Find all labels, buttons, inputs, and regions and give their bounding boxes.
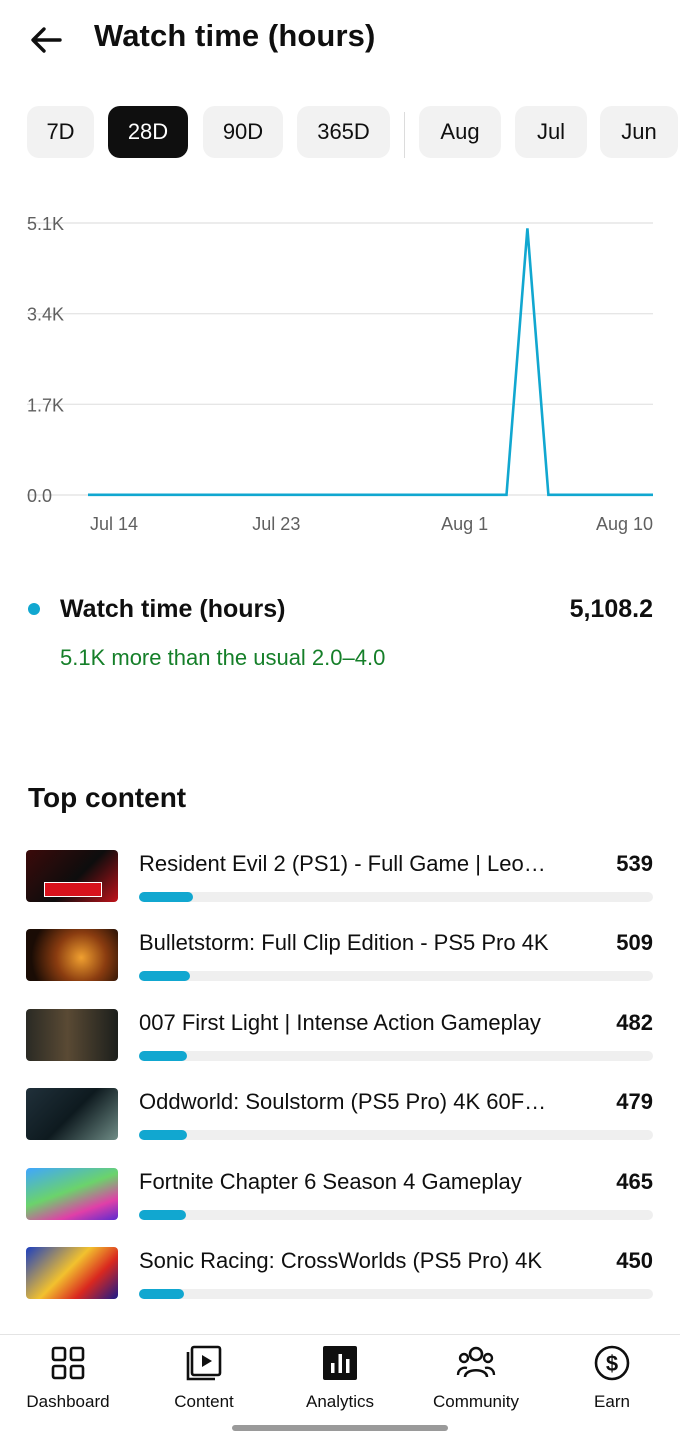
video-title: 007 First Light | Intense Action Gamepla… <box>139 1010 541 1035</box>
share-bar <box>139 892 653 902</box>
community-icon <box>456 1346 496 1378</box>
video-value: 539 <box>616 851 653 876</box>
tab-7d[interactable]: 7D <box>27 106 94 158</box>
series-line <box>88 228 653 497</box>
content-icon <box>186 1345 222 1381</box>
video-thumbnail <box>26 850 118 902</box>
tab-28d[interactable]: 28D <box>108 106 188 158</box>
time-range-tabs: 7D 28D 90D 365D Aug Jul Jun <box>0 106 680 160</box>
x-tick-label: Aug 10 <box>596 514 653 534</box>
tab-90d[interactable]: 90D <box>203 106 283 158</box>
y-tick-label: 1.7K <box>27 395 64 415</box>
video-title: Sonic Racing: CrossWorlds (PS5 Pro) 4K <box>139 1248 543 1273</box>
tab-jun[interactable]: Jun <box>600 106 678 158</box>
video-title: Oddworld: Soulstorm (PS5 Pro) 4K 60FPS <box>139 1089 551 1114</box>
list-item[interactable]: Fortnite Chapter 6 Season 4 Gameplay 465 <box>0 1166 680 1230</box>
back-arrow-icon <box>31 27 62 53</box>
back-button[interactable] <box>26 20 66 60</box>
share-bar-fill <box>139 1130 188 1140</box>
nav-item-analytics[interactable]: Analytics <box>272 1343 408 1413</box>
nav-item-dashboard[interactable]: Dashboard <box>0 1343 136 1413</box>
list-item[interactable]: Bulletstorm: Full Clip Edition - PS5 Pro… <box>0 927 680 991</box>
share-bar <box>139 1051 653 1061</box>
video-thumbnail <box>26 1247 118 1299</box>
analytics-icon <box>323 1346 357 1380</box>
video-thumbnail <box>26 1009 118 1061</box>
list-item[interactable]: Oddworld: Soulstorm (PS5 Pro) 4K 60FPS 4… <box>0 1086 680 1150</box>
tab-divider <box>404 112 405 158</box>
video-title: Bulletstorm: Full Clip Edition - PS5 Pro… <box>139 930 549 955</box>
nav-label-earn: Earn <box>594 1392 630 1411</box>
y-tick-label: 5.1K <box>27 214 64 234</box>
share-bar <box>139 971 653 981</box>
list-item[interactable]: 007 First Light | Intense Action Gamepla… <box>0 1007 680 1071</box>
svg-text:$: $ <box>606 1351 618 1376</box>
dashboard-icon <box>51 1346 85 1380</box>
share-bar <box>139 1210 653 1220</box>
video-thumbnail <box>26 1168 118 1220</box>
nav-item-earn[interactable]: $ Earn <box>544 1343 680 1413</box>
video-value: 479 <box>616 1089 653 1114</box>
x-tick-label: Jul 14 <box>90 514 138 534</box>
x-tick-label: Aug 1 <box>441 514 488 534</box>
earn-icon: $ <box>594 1345 630 1381</box>
tab-jul[interactable]: Jul <box>515 106 587 158</box>
share-bar-fill <box>139 892 193 902</box>
tab-aug[interactable]: Aug <box>419 106 501 158</box>
metric-comparison-note: 5.1K more than the usual 2.0–4.0 <box>60 645 386 670</box>
nav-label-dashboard: Dashboard <box>26 1392 110 1411</box>
video-thumbnail <box>26 929 118 981</box>
metric-label: Watch time (hours) <box>60 595 286 623</box>
video-value: 509 <box>616 930 653 955</box>
series-legend-dot <box>28 603 40 615</box>
top-app-bar: Watch time (hours) <box>0 0 680 80</box>
share-bar-fill <box>139 1051 188 1061</box>
nav-label-content: Content <box>174 1392 234 1411</box>
nav-label-analytics: Analytics <box>305 1392 375 1411</box>
share-bar <box>139 1289 653 1299</box>
video-thumbnail <box>26 1088 118 1140</box>
watch-time-chart: 5.1K 3.4K 1.7K 0.0 Jul 14 Jul 23 Aug 1 Aug 10 <box>27 214 653 534</box>
tab-365d[interactable]: 365D <box>297 106 390 158</box>
y-tick-label: 3.4K <box>27 305 64 325</box>
gesture-home-bar[interactable] <box>232 1425 448 1431</box>
metric-value: 5,108.2 <box>569 595 653 623</box>
list-item[interactable]: Sonic Racing: CrossWorlds (PS5 Pro) 4K 4… <box>0 1245 680 1309</box>
video-title: Resident Evil 2 (PS1) - Full Game | Leon… <box>139 851 551 876</box>
nav-label-community: Community <box>433 1392 519 1411</box>
share-bar-fill <box>139 971 190 981</box>
x-tick-label: Jul 23 <box>252 514 300 534</box>
video-value: 450 <box>616 1248 653 1273</box>
video-title: Fortnite Chapter 6 Season 4 Gameplay <box>139 1169 522 1194</box>
share-bar <box>139 1130 653 1140</box>
section-title-top-content: Top content <box>28 782 187 813</box>
nav-item-community[interactable]: Community <box>408 1343 544 1413</box>
share-bar-fill <box>139 1210 186 1220</box>
page-title: Watch time (hours) <box>94 18 376 53</box>
nav-item-content[interactable]: Content <box>136 1343 272 1413</box>
video-value: 482 <box>616 1010 653 1035</box>
list-item[interactable]: Resident Evil 2 (PS1) - Full Game | Leon… <box>0 848 680 912</box>
video-value: 465 <box>616 1169 653 1194</box>
y-tick-label: 0.0 <box>27 486 52 506</box>
metric-summary: Watch time (hours) 5,108.2 5.1K more tha… <box>0 588 680 678</box>
share-bar-fill <box>139 1289 185 1299</box>
